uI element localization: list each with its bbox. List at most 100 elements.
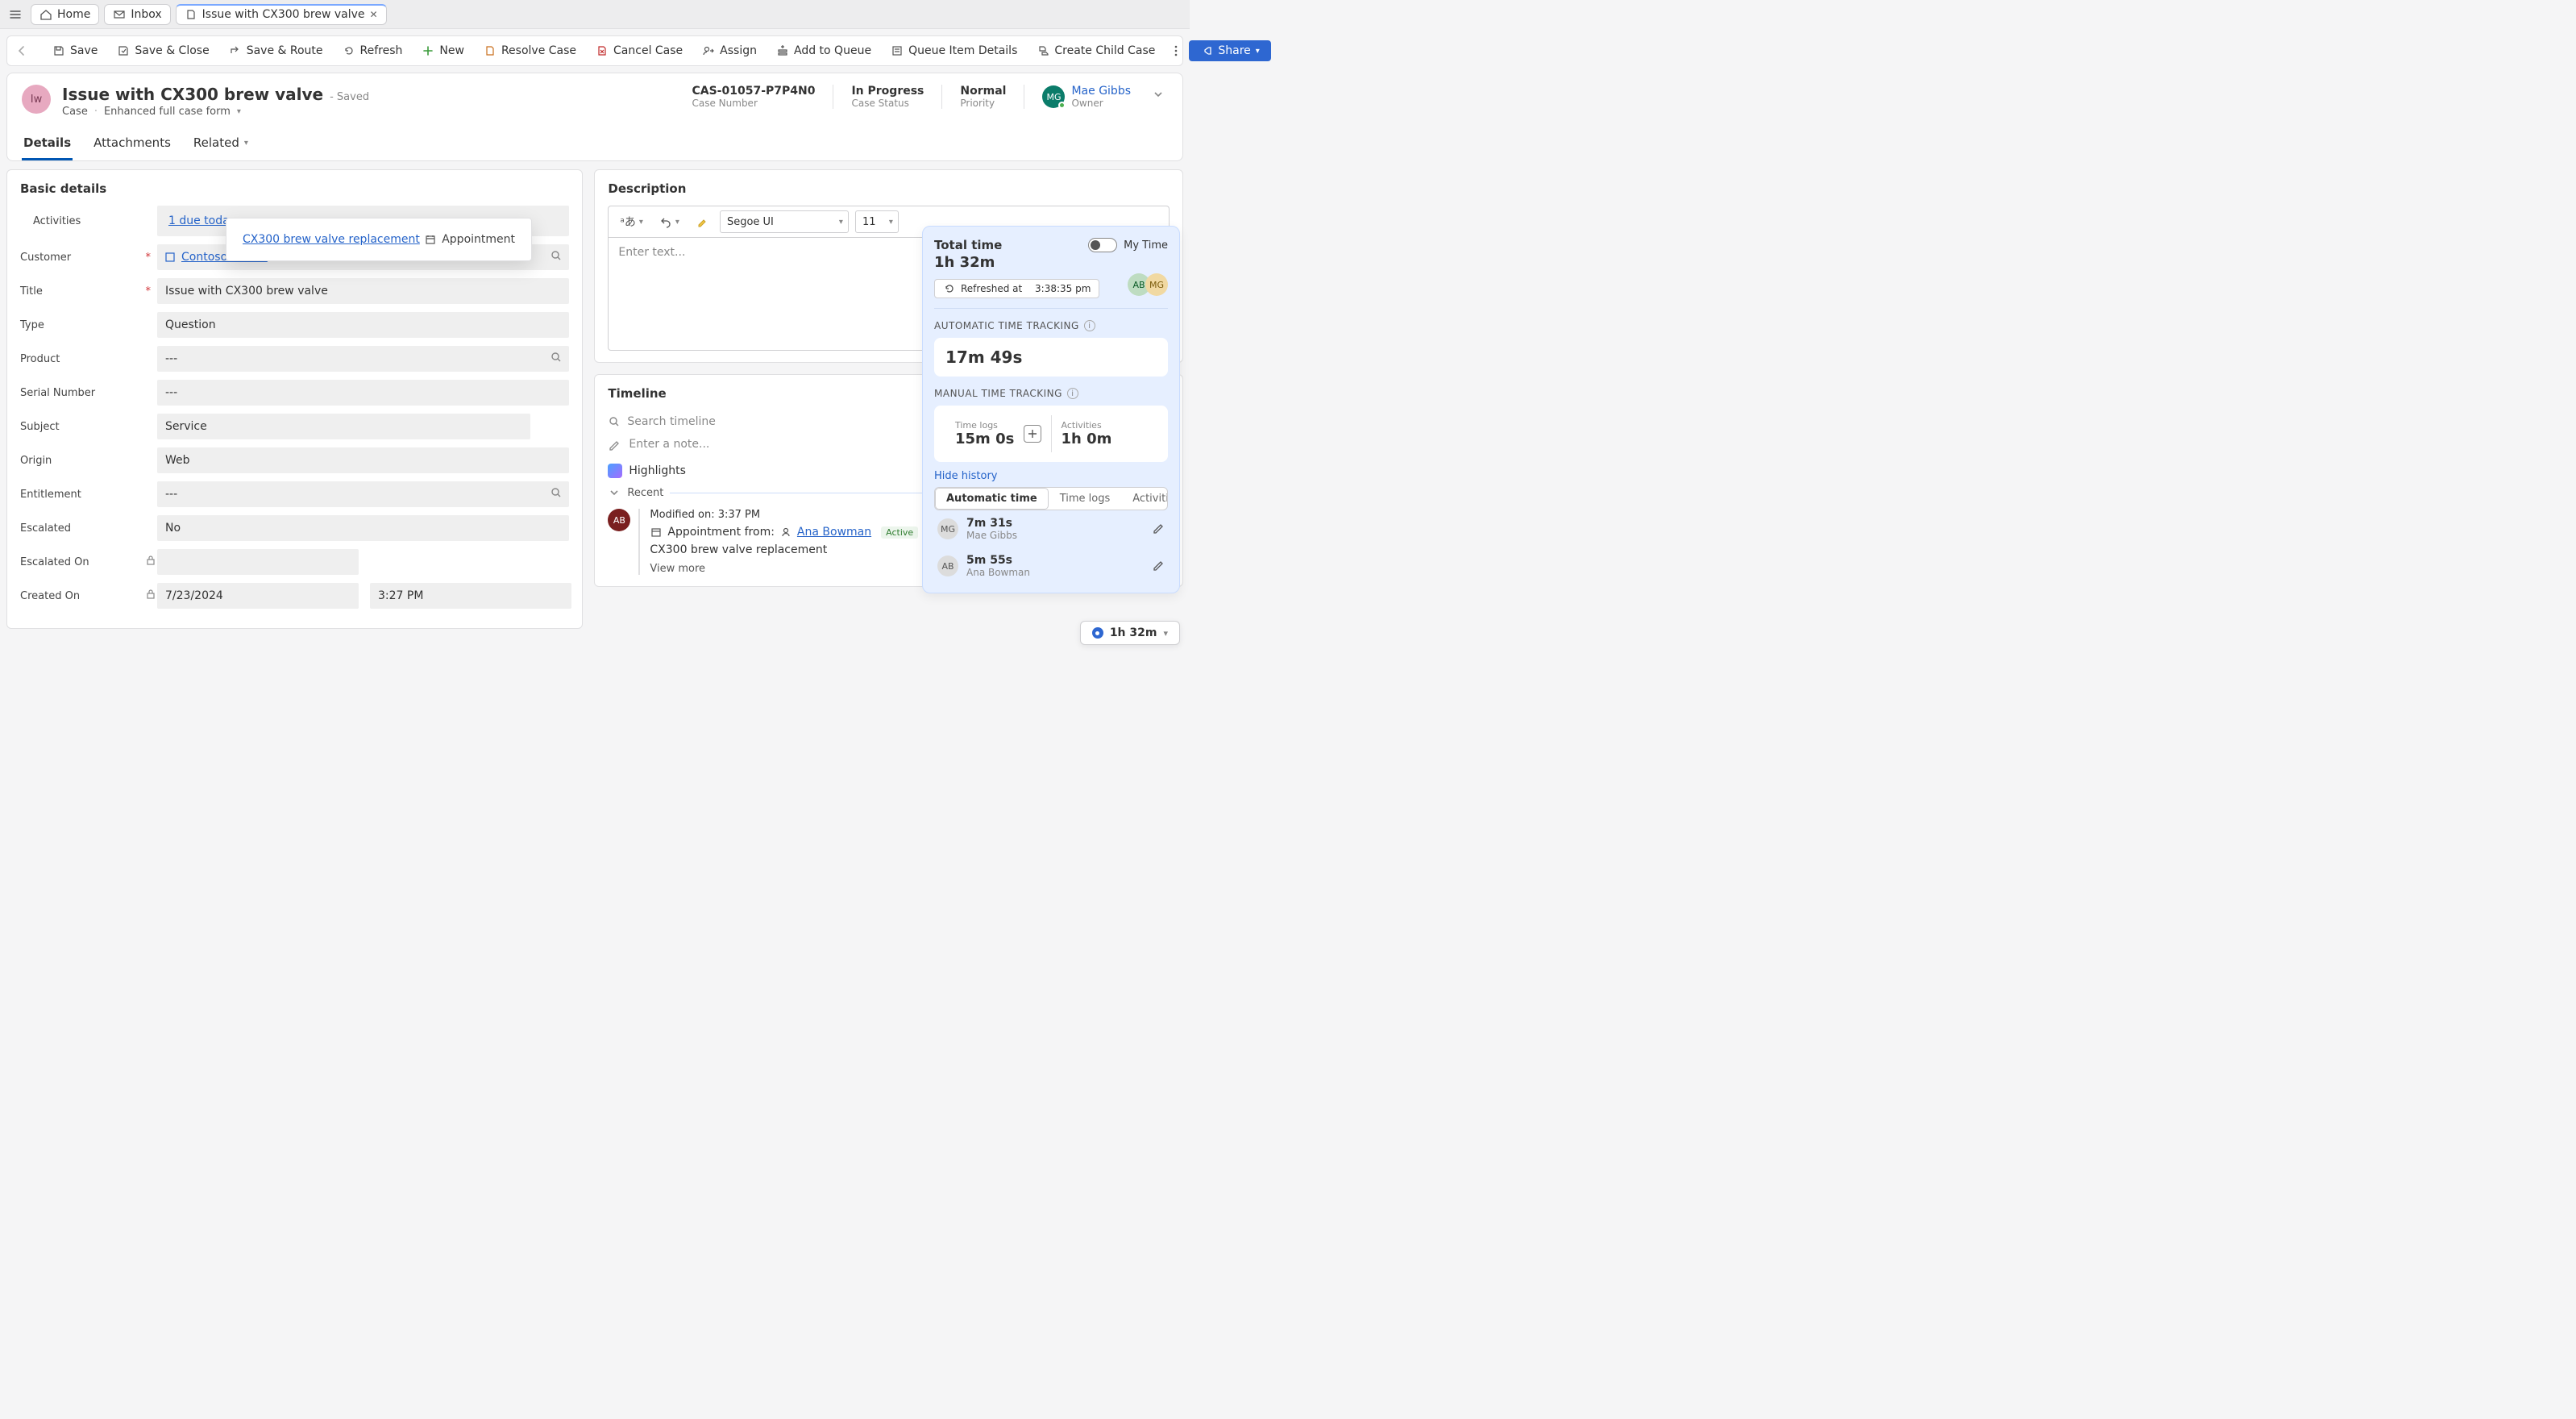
origin-input[interactable] [157, 447, 569, 473]
avatar-mg: MG [1145, 273, 1168, 296]
product-input[interactable] [157, 346, 569, 372]
saved-indicator: - Saved [330, 91, 369, 103]
overflow-button[interactable] [1170, 41, 1182, 60]
save-button[interactable]: Save [44, 41, 106, 60]
time-pill[interactable]: 1h 32m ▾ [1080, 621, 1180, 645]
tab-inbox-label: Inbox [131, 8, 161, 21]
auto-tracking-value: 17m 49s [945, 347, 1157, 367]
chevron-down-icon[interactable]: ▾ [237, 107, 241, 116]
arrow-left-icon [15, 44, 28, 57]
origin-label: Origin [20, 455, 157, 467]
refreshed-prefix: Refreshed at [961, 283, 1022, 294]
tab-home[interactable]: Home [31, 4, 99, 25]
serial-label: Serial Number [20, 387, 157, 399]
tab-case[interactable]: Issue with CX300 brew valve ✕ [176, 4, 387, 25]
undo-button[interactable]: ▾ [654, 213, 684, 231]
close-icon[interactable]: ✕ [370, 9, 378, 20]
history-avatar: AB [937, 556, 958, 576]
timeline-item-person[interactable]: Ana Bowman [797, 526, 871, 539]
entitlement-label: Entitlement [20, 489, 157, 501]
add-time-log-button[interactable] [1024, 425, 1041, 443]
created-on-time-input[interactable] [370, 583, 571, 609]
new-button[interactable]: New [413, 41, 472, 60]
queue-add-icon [776, 44, 789, 57]
flyout-type: Appointment [424, 233, 515, 246]
header-expand-button[interactable] [1149, 85, 1168, 107]
title-input[interactable] [157, 278, 569, 304]
edit-icon[interactable] [1152, 521, 1165, 537]
history-name: Mae Gibbs [966, 530, 1017, 541]
timeline-item-avatar: AB [608, 509, 630, 531]
highlight-button[interactable] [691, 213, 713, 231]
chevron-down-icon [1152, 88, 1165, 101]
share-button[interactable]: Share ▾ [1189, 40, 1270, 61]
entitlement-input[interactable] [157, 481, 569, 507]
owner-name[interactable]: Mae Gibbs [1071, 85, 1131, 98]
tab-details[interactable]: Details [22, 129, 73, 160]
language-button[interactable]: ᵃあ▾ [615, 211, 648, 232]
lock-icon [144, 588, 157, 604]
type-label: Type [20, 319, 157, 331]
timelogs-value: 15m 0s [955, 431, 1014, 447]
priority-value: Normal [960, 85, 1006, 98]
escalated-input[interactable] [157, 515, 569, 541]
seg-auto[interactable]: Automatic time [935, 488, 1049, 510]
app-tabstrip: Home Inbox Issue with CX300 brew valve ✕ [0, 0, 1190, 29]
activities-label: Activities [20, 215, 157, 227]
assign-label: Assign [720, 44, 757, 57]
font-picker[interactable]: Segoe UI▾ [720, 210, 849, 233]
tab-inbox[interactable]: Inbox [104, 4, 170, 25]
escalated-on-input[interactable] [157, 549, 359, 575]
header-owner[interactable]: MG Mae Gibbs Owner [1042, 85, 1131, 109]
type-input[interactable] [157, 312, 569, 338]
toggle-switch[interactable] [1088, 238, 1117, 252]
add-to-queue-button[interactable]: Add to Queue [768, 41, 879, 60]
font-size-picker[interactable]: 11▾ [855, 210, 899, 233]
cancel-case-button[interactable]: Cancel Case [588, 41, 691, 60]
page-title: Issue with CX300 brew valve [62, 85, 323, 104]
menu-icon [9, 8, 22, 21]
history-avatar: MG [937, 518, 958, 539]
owner-avatar: MG [1042, 85, 1065, 108]
back-button[interactable] [15, 41, 28, 60]
create-child-case-button[interactable]: Create Child Case [1028, 41, 1163, 60]
tab-attachments[interactable]: Attachments [92, 129, 172, 160]
search-icon[interactable] [550, 486, 563, 502]
refreshed-time: 3:38:35 pm [1035, 283, 1091, 294]
save-route-button[interactable]: Save & Route [221, 41, 331, 60]
info-icon[interactable]: i [1084, 320, 1095, 331]
refreshed-chip[interactable]: Refreshed at 3:38:35 pm [934, 279, 1099, 298]
edit-icon[interactable] [1152, 558, 1165, 574]
created-on-date-input[interactable] [157, 583, 359, 609]
pencil-icon [608, 438, 621, 451]
info-icon[interactable]: i [1067, 388, 1078, 399]
tab-related[interactable]: Related ▾ [192, 129, 250, 160]
flyout-link[interactable]: CX300 brew valve replacement [243, 233, 420, 246]
chevron-down-icon: ▾ [639, 218, 643, 227]
subject-label: Subject [20, 421, 157, 433]
customer-label: Customer [20, 252, 71, 264]
hide-history-link[interactable]: Hide history [934, 470, 1168, 482]
hamburger-icon[interactable] [5, 5, 26, 24]
refresh-button[interactable]: Refresh [334, 41, 411, 60]
highlight-icon [696, 215, 708, 228]
history-row: AB 5m 55s Ana Bowman [934, 547, 1168, 585]
save-close-button[interactable]: Save & Close [109, 41, 217, 60]
serial-input[interactable] [157, 380, 569, 406]
assign-button[interactable]: Assign [694, 41, 765, 60]
seg-logs[interactable]: Time logs [1049, 488, 1122, 510]
status-value: In Progress [851, 85, 924, 98]
my-time-toggle[interactable]: My Time [1088, 238, 1168, 252]
subject-input[interactable] [157, 414, 530, 439]
search-icon[interactable] [550, 249, 563, 265]
tab-home-label: Home [57, 8, 90, 21]
note-placeholder: Enter a note... [629, 438, 709, 451]
queue-item-details-button[interactable]: Queue Item Details [883, 41, 1025, 60]
form-name[interactable]: Enhanced full case form [104, 106, 231, 118]
search-icon[interactable] [550, 351, 563, 367]
escalated-on-label: Escalated On [20, 556, 89, 568]
resolve-case-button[interactable]: Resolve Case [476, 41, 584, 60]
seg-activities[interactable]: Activities [1121, 488, 1168, 510]
chevron-down-icon[interactable] [608, 486, 621, 499]
inbox-icon [113, 8, 126, 21]
